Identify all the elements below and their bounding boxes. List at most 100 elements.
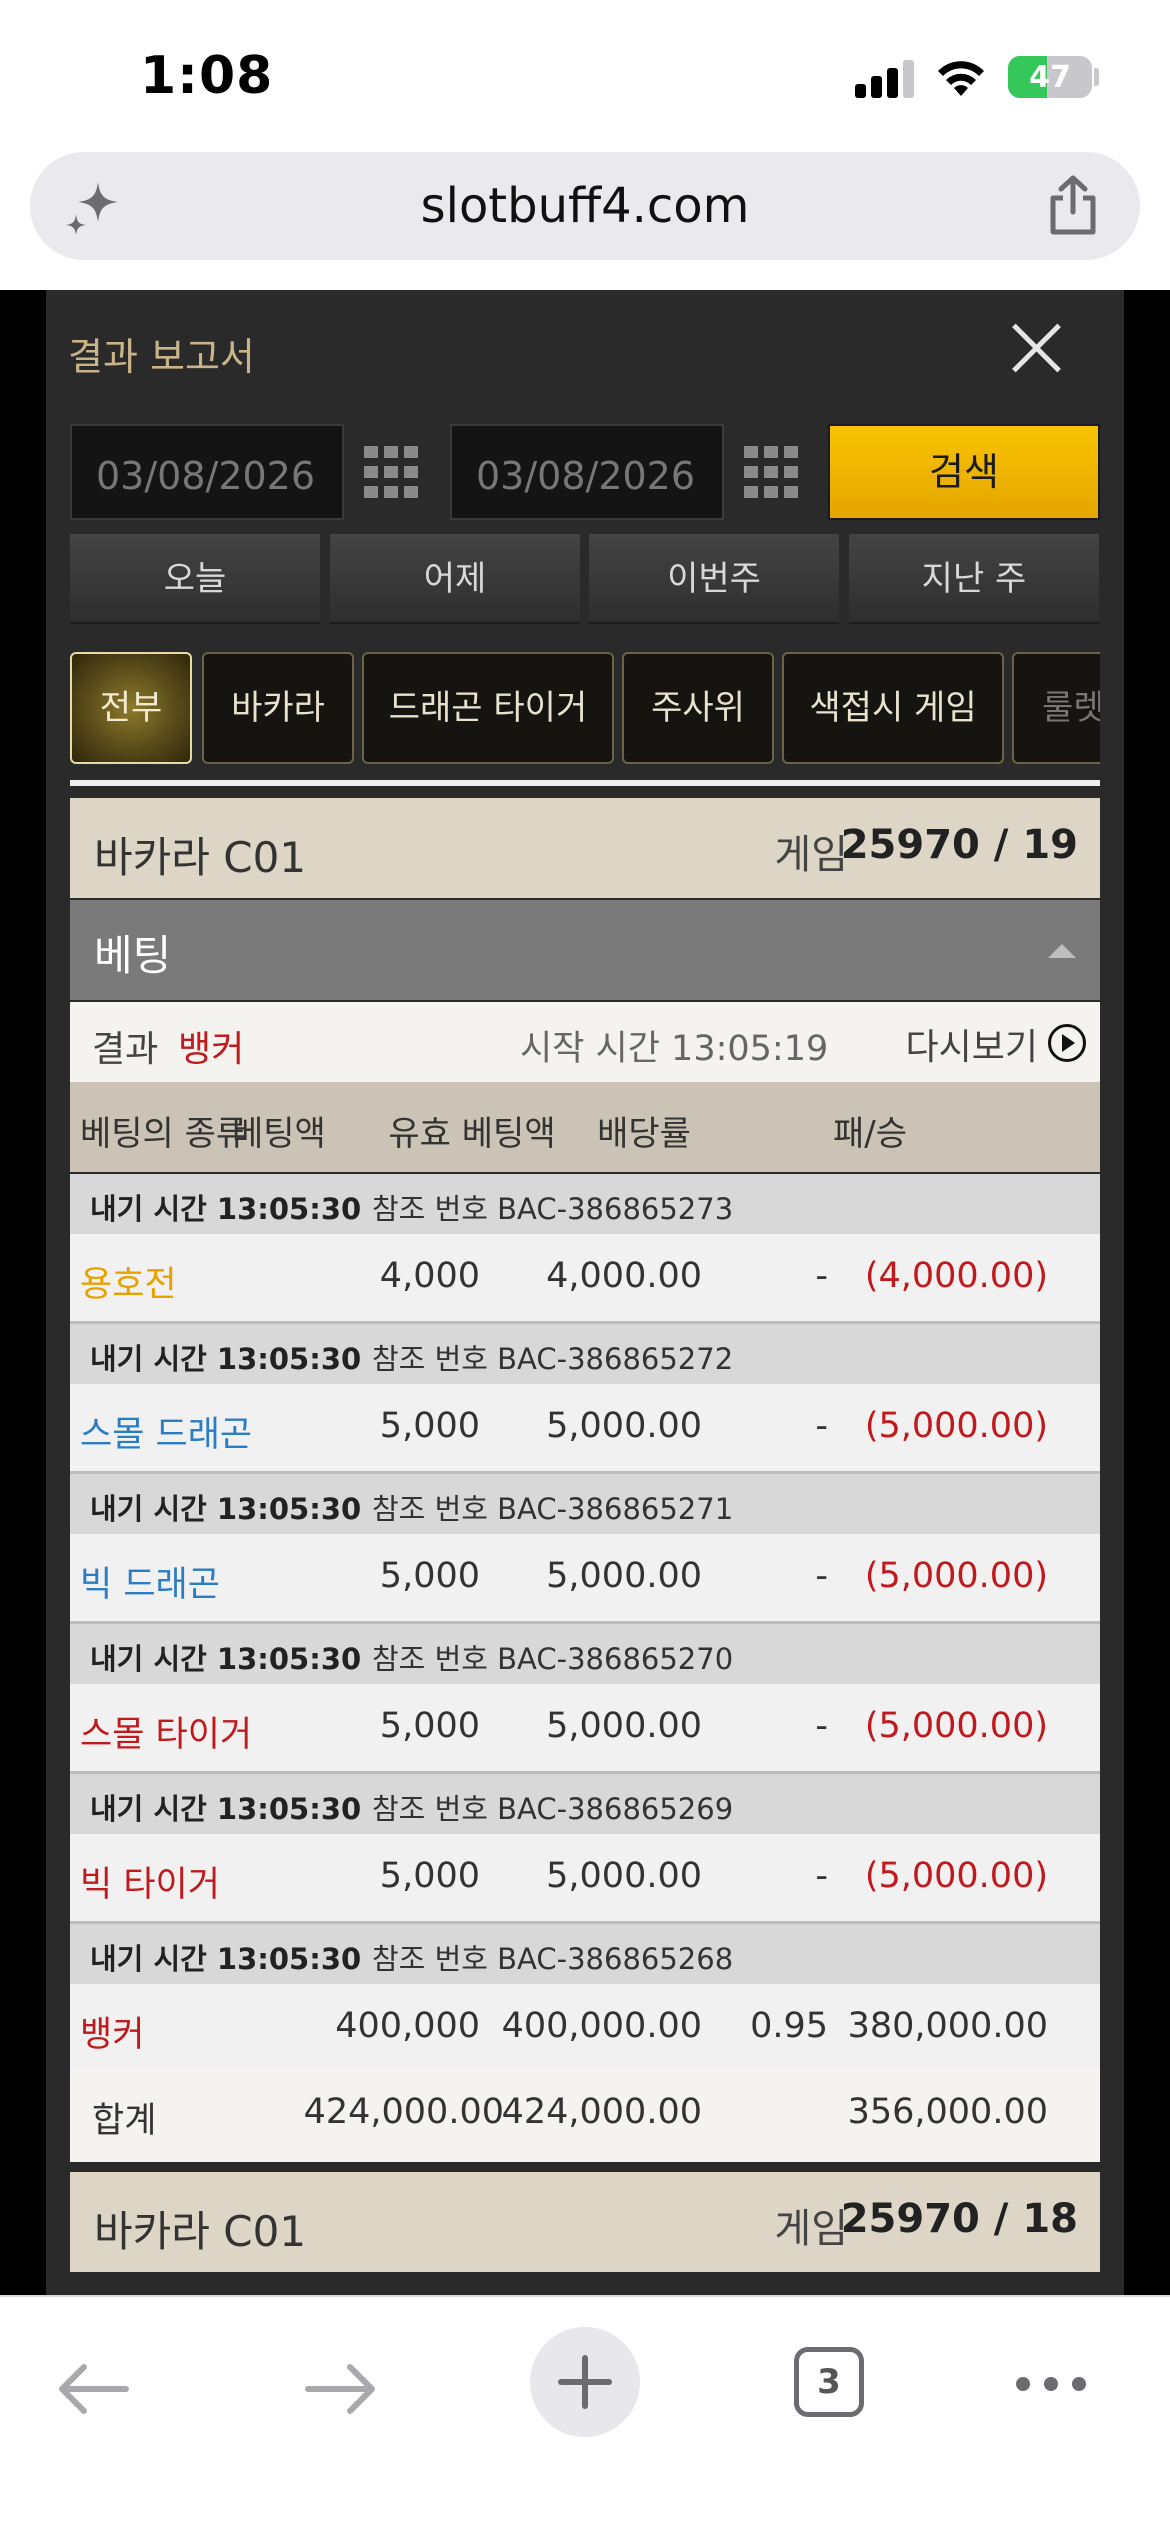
tabs-button[interactable]: 3 <box>794 2347 864 2417</box>
bet-meta-row: 내기 시간 13:05:30 참조 번호 BAC-386865273 <box>70 1174 1100 1234</box>
start-time: 시작 시간 13:05:19 <box>520 1029 829 1069</box>
bet-time: 내기 시간 13:05:30 <box>90 1942 362 1976</box>
valid-bet-amount: 5,000.00 <box>546 1406 702 1446</box>
bet-amount: 400,000 <box>335 2006 480 2046</box>
filter-tab-dice[interactable]: 주사위 <box>622 652 774 764</box>
bet-amount: 5,000 <box>379 1406 480 1446</box>
search-button[interactable]: 검색 <box>828 424 1100 520</box>
forward-arrow-icon[interactable] <box>300 2359 380 2419</box>
bet-odds: - <box>815 1256 828 1296</box>
result-value: 뱅커 <box>178 1029 245 1070</box>
bet-odds: - <box>815 1556 828 1596</box>
browser-toolbar: 3 <box>0 2295 1170 2532</box>
bet-reference: 참조 번호 BAC-386865270 <box>372 1642 734 1676</box>
bet-time: 내기 시간 13:05:30 <box>90 1492 362 1526</box>
win-loss: (4,000.00) <box>864 1256 1048 1296</box>
bet-type: 뱅커 <box>80 2015 145 2055</box>
back-arrow-icon[interactable] <box>54 2359 134 2419</box>
range-today-button[interactable]: 오늘 <box>70 534 320 624</box>
table-row: 빅 드래곤 5,000 5,000.00 - (5,000.00) <box>70 1534 1100 1624</box>
range-last-week-button[interactable]: 지난 주 <box>849 534 1099 624</box>
table-row: 뱅커 400,000 400,000.00 0.95 380,000.00 <box>70 1984 1100 2074</box>
table-row: 스몰 타이거 5,000 5,000.00 - (5,000.00) <box>70 1684 1100 1774</box>
bet-amount: 5,000 <box>379 1706 480 1746</box>
caret-up-icon[interactable] <box>1048 944 1076 958</box>
bet-meta-row: 내기 시간 13:05:30 참조 번호 BAC-386865269 <box>70 1774 1100 1834</box>
game-header: 바카라 C01 게임 25970 / 19 <box>70 798 1100 898</box>
bet-type: 빅 드래곤 <box>80 1565 220 1605</box>
filter-tab-baccarat[interactable]: 바카라 <box>202 652 354 764</box>
bet-odds: - <box>815 1706 828 1746</box>
win-loss: (5,000.00) <box>864 1556 1048 1596</box>
address-bar[interactable]: slotbuff4.com <box>30 152 1140 260</box>
range-this-week-button[interactable]: 이번주 <box>589 534 839 624</box>
valid-bet-amount: 5,000.00 <box>546 1856 702 1896</box>
filter-tab-dragon-tiger[interactable]: 드래곤 타이거 <box>362 652 614 764</box>
date-to-input[interactable]: 03/08/2026 <box>450 424 724 520</box>
column-header: 패/승 <box>832 1114 907 1154</box>
bet-meta-row: 내기 시간 13:05:30 참조 번호 BAC-386865270 <box>70 1624 1100 1684</box>
column-header: 베팅의 종류 <box>80 1114 248 1154</box>
column-header: 배당률 <box>597 1114 691 1154</box>
table-row: 용호전 4,000 4,000.00 - (4,000.00) <box>70 1234 1100 1324</box>
filter-tab-all[interactable]: 전부 <box>70 652 192 764</box>
bet-type: 스몰 타이거 <box>80 1715 253 1755</box>
replay-link[interactable]: 다시보기 <box>906 1018 1038 1070</box>
bet-odds: - <box>815 1406 828 1446</box>
section-label: 베팅 <box>94 931 172 980</box>
result-summary: 결과 뱅커 시작 시간 13:05:19 다시보기 <box>70 1002 1100 1082</box>
bet-meta-row: 내기 시간 13:05:30 참조 번호 BAC-386865268 <box>70 1924 1100 1984</box>
bet-time: 내기 시간 13:05:30 <box>90 1792 362 1826</box>
calendar-icon[interactable] <box>364 446 418 500</box>
wifi-icon <box>938 61 984 96</box>
total-label: 합계 <box>92 2101 157 2141</box>
date-from-input[interactable]: 03/08/2026 <box>70 424 344 520</box>
battery-cap <box>1094 68 1099 86</box>
bet-time: 내기 시간 13:05:30 <box>90 1192 362 1226</box>
betting-section-toggle[interactable]: 베팅 <box>70 900 1100 1000</box>
table-row: 스몰 드래곤 5,000 5,000.00 - (5,000.00) <box>70 1384 1100 1474</box>
game-label: 게임 <box>774 2206 848 2252</box>
valid-bet-amount: 5,000.00 <box>546 1556 702 1596</box>
game-name: 바카라 C01 <box>94 2207 307 2256</box>
battery-percent: 47 <box>1029 60 1071 95</box>
game-number: 25970 / 18 <box>840 2196 1078 2242</box>
url-text[interactable]: slotbuff4.com <box>30 178 1140 234</box>
calendar-icon[interactable] <box>744 446 798 500</box>
bet-amount: 5,000 <box>379 1556 480 1596</box>
filter-tab-roulette[interactable]: 룰렛 <box>1012 652 1100 764</box>
new-tab-plus-icon[interactable] <box>530 2327 640 2437</box>
bet-amount: 4,000 <box>379 1256 480 1296</box>
bet-meta-row: 내기 시간 13:05:30 참조 번호 BAC-386865271 <box>70 1474 1100 1534</box>
range-yesterday-button[interactable]: 어제 <box>330 534 580 624</box>
share-icon[interactable] <box>1044 174 1102 236</box>
win-loss: 380,000.00 <box>847 2006 1048 2046</box>
more-options-icon[interactable] <box>1016 2377 1086 2391</box>
battery-icon: 47 <box>1008 56 1092 98</box>
bet-amount: 5,000 <box>379 1856 480 1896</box>
modal-title: 결과 보고서 <box>68 335 255 379</box>
filter-tab-color-plate[interactable]: 색접시 게임 <box>782 652 1004 764</box>
bet-time: 내기 시간 13:05:30 <box>90 1642 362 1676</box>
game-header: 바카라 C01 게임 25970 / 18 <box>70 2172 1100 2272</box>
bet-meta-row: 내기 시간 13:05:30 참조 번호 BAC-386865272 <box>70 1324 1100 1384</box>
close-icon[interactable] <box>1008 320 1064 376</box>
cellular-signal-icon <box>855 58 915 98</box>
column-header: 베팅액 <box>232 1114 326 1154</box>
result-label: 결과 <box>92 1029 159 1070</box>
game-name: 바카라 C01 <box>94 833 307 882</box>
column-header: 유효 베팅액 <box>388 1114 556 1154</box>
game-label: 게임 <box>774 832 848 878</box>
valid-bet-amount: 4,000.00 <box>546 1256 702 1296</box>
play-icon[interactable] <box>1048 1024 1086 1062</box>
bet-odds: 0.95 <box>750 2006 828 2046</box>
bet-reference: 참조 번호 BAC-386865273 <box>372 1192 734 1226</box>
status-bar: 1:08 47 <box>0 0 1170 150</box>
bet-type: 스몰 드래곤 <box>80 1415 253 1455</box>
result-report-modal: 결과 보고서 03/08/2026 03/08/2026 검색 오늘 어제 이번… <box>46 290 1124 2295</box>
valid-bet-amount: 400,000.00 <box>501 2006 702 2046</box>
table-row: 빅 타이거 5,000 5,000.00 - (5,000.00) <box>70 1834 1100 1924</box>
bet-reference: 참조 번호 BAC-386865269 <box>372 1792 734 1826</box>
bet-reference: 참조 번호 BAC-386865272 <box>372 1342 734 1376</box>
total-amount: 424,000.00 <box>303 2092 504 2132</box>
